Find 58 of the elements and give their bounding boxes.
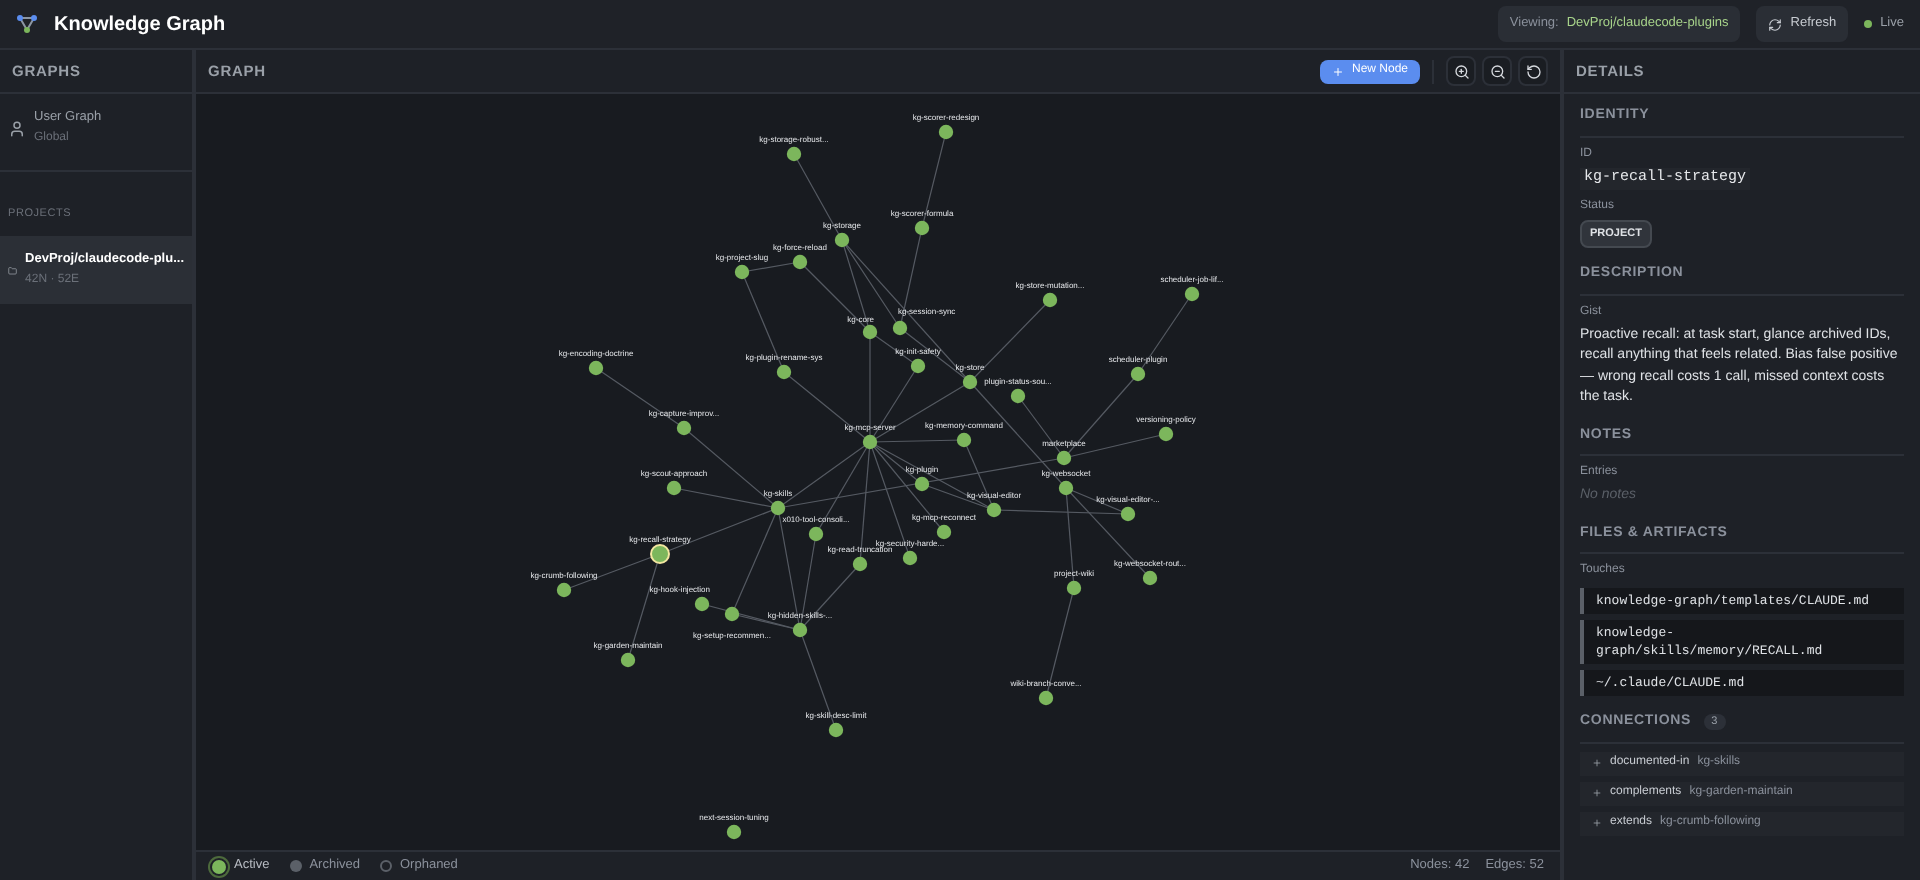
- app-title: Knowledge Graph: [54, 11, 226, 39]
- graph-node[interactable]: [666, 480, 682, 496]
- graph-node[interactable]: [1038, 690, 1054, 706]
- graph-node[interactable]: [1184, 286, 1200, 302]
- graph-node[interactable]: [862, 434, 878, 450]
- plus-icon: [1592, 788, 1602, 798]
- user-icon: [8, 119, 26, 137]
- graph-node[interactable]: [956, 432, 972, 448]
- graph-node[interactable]: [862, 324, 878, 340]
- graph-node[interactable]: [914, 220, 930, 236]
- graph-node[interactable]: [1120, 506, 1136, 522]
- folder-icon: [8, 261, 18, 279]
- graph-node[interactable]: [986, 502, 1002, 518]
- graph-node[interactable]: [1158, 426, 1174, 442]
- zoom-out-icon: [1489, 63, 1505, 79]
- graph-node[interactable]: [1142, 570, 1158, 586]
- graph-node[interactable]: [1010, 388, 1026, 404]
- graph-node[interactable]: [1042, 292, 1058, 308]
- graph-node[interactable]: [588, 360, 604, 376]
- plus-icon: [1592, 758, 1602, 768]
- graph-node[interactable]: [734, 264, 750, 280]
- graph-node[interactable]: [792, 622, 808, 638]
- graph-node[interactable]: [1058, 480, 1074, 496]
- graph-node[interactable]: [910, 358, 926, 374]
- graph-node[interactable]: [676, 420, 692, 436]
- graph-logo-icon: [16, 14, 38, 34]
- graph-node[interactable]: [938, 124, 954, 140]
- graph-node[interactable]: [828, 722, 844, 738]
- live-status-icon: [1864, 20, 1873, 28]
- graph-node[interactable]: [1130, 366, 1146, 382]
- graph-node[interactable]: [1066, 580, 1082, 596]
- plus-icon: [1592, 818, 1602, 828]
- graph-node[interactable]: [852, 556, 868, 572]
- graph-node[interactable]: [724, 606, 740, 622]
- refresh-icon: [1768, 17, 1783, 31]
- zoom-in-button[interactable]: [1446, 56, 1476, 86]
- graph-node[interactable]: [962, 374, 978, 390]
- graph-node[interactable]: [786, 146, 802, 162]
- graph-node[interactable]: [770, 500, 786, 516]
- graph-node[interactable]: [902, 550, 918, 566]
- zoom-in-icon: [1453, 63, 1469, 79]
- plus-icon: [1331, 65, 1344, 77]
- graph-node[interactable]: [620, 652, 636, 668]
- graph-node[interactable]: [556, 582, 572, 598]
- graph-node[interactable]: [776, 364, 792, 380]
- graph-node[interactable]: [936, 524, 952, 540]
- graph-node[interactable]: [792, 254, 808, 270]
- graph-node[interactable]: [694, 596, 710, 612]
- graph-node[interactable]: [914, 476, 930, 492]
- graph-node[interactable]: [808, 526, 824, 542]
- zoom-out-button[interactable]: [1482, 56, 1512, 86]
- graph-node[interactable]: [1056, 450, 1072, 466]
- reset-icon: [1525, 63, 1541, 79]
- graph-node[interactable]: [892, 320, 908, 336]
- graph-node[interactable]: [650, 544, 670, 564]
- graph-node[interactable]: [726, 824, 742, 840]
- reset-view-button[interactable]: [1518, 56, 1548, 86]
- graph-node[interactable]: [834, 232, 850, 248]
